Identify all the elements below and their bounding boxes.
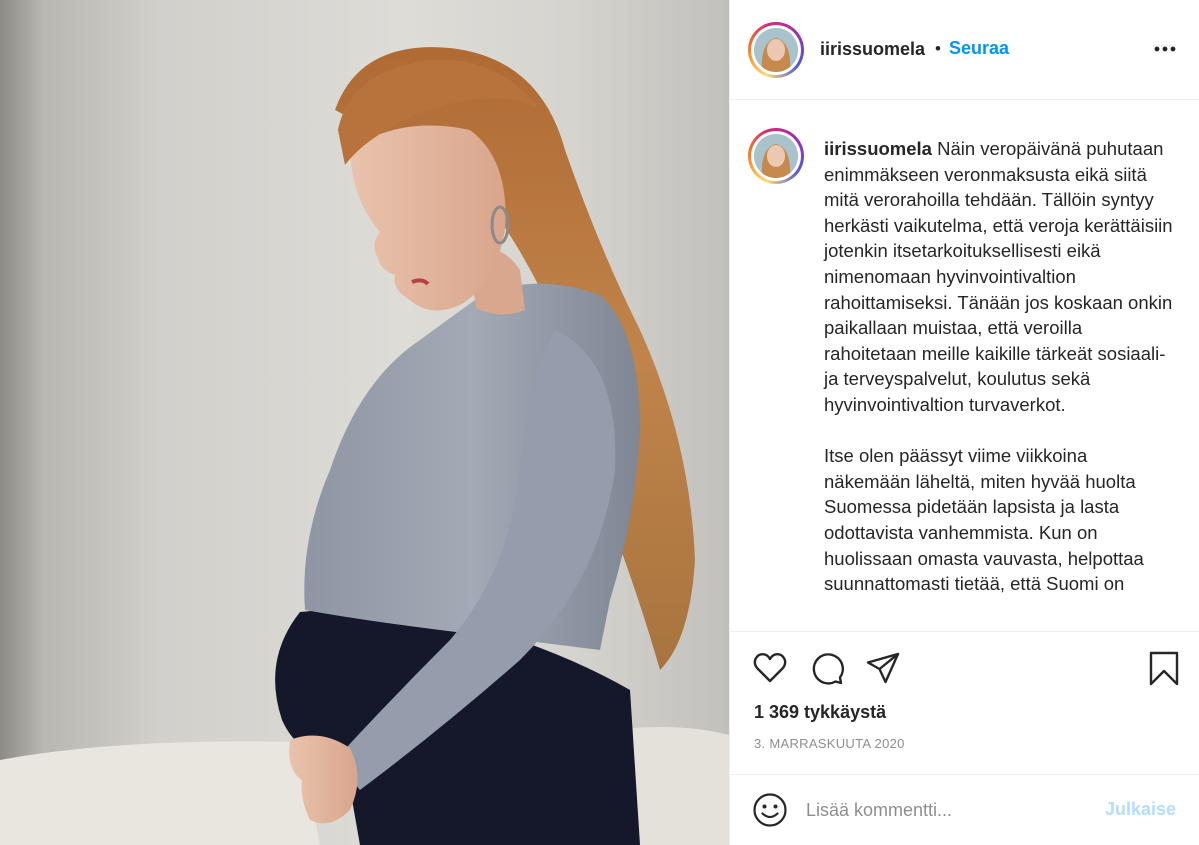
avatar-image	[754, 28, 798, 72]
caption-area: iirissuomela Näin veropäivänä puhutaan e…	[730, 101, 1199, 631]
bookmark-icon[interactable]	[1146, 650, 1182, 686]
follow-button[interactable]: Seuraa	[949, 38, 1009, 59]
separator-dot: •	[935, 39, 941, 58]
more-options-icon[interactable]	[1152, 36, 1178, 62]
post-username[interactable]: iirissuomela	[820, 39, 925, 60]
avatar-border	[751, 131, 801, 181]
avatar-image	[754, 134, 798, 178]
like-count[interactable]: 1 369 tykkäystä	[754, 702, 886, 723]
caption-text: Näin veropäivänä puhutaan enimmäkseen ve…	[824, 138, 1173, 595]
comment-input[interactable]	[806, 795, 1086, 825]
caption-username[interactable]: iirissuomela	[824, 138, 932, 159]
emoji-icon[interactable]	[752, 792, 788, 828]
avatar-border	[751, 25, 801, 75]
photo-illustration	[0, 47, 729, 845]
sofa-left	[0, 741, 320, 845]
avatar[interactable]	[748, 22, 804, 78]
comment-icon[interactable]	[809, 650, 845, 686]
post-photo	[0, 0, 729, 845]
post-date[interactable]: 3. MARRASKUUTA 2020	[754, 736, 905, 751]
post-side-panel: iirissuomela • Seuraa iirissuomela Näin …	[729, 0, 1199, 845]
comment-bar: Julkaise	[730, 774, 1199, 845]
post-actions: 1 369 tykkäystä 3. MARRASKUUTA 2020 Julk…	[730, 631, 1199, 845]
post-caption: iirissuomela Näin veropäivänä puhutaan e…	[824, 136, 1174, 597]
post-header: iirissuomela • Seuraa	[730, 0, 1199, 100]
heart-icon[interactable]	[752, 650, 788, 686]
publish-button[interactable]: Julkaise	[1105, 799, 1176, 820]
share-icon[interactable]	[865, 650, 901, 686]
caption-avatar[interactable]	[748, 128, 804, 184]
